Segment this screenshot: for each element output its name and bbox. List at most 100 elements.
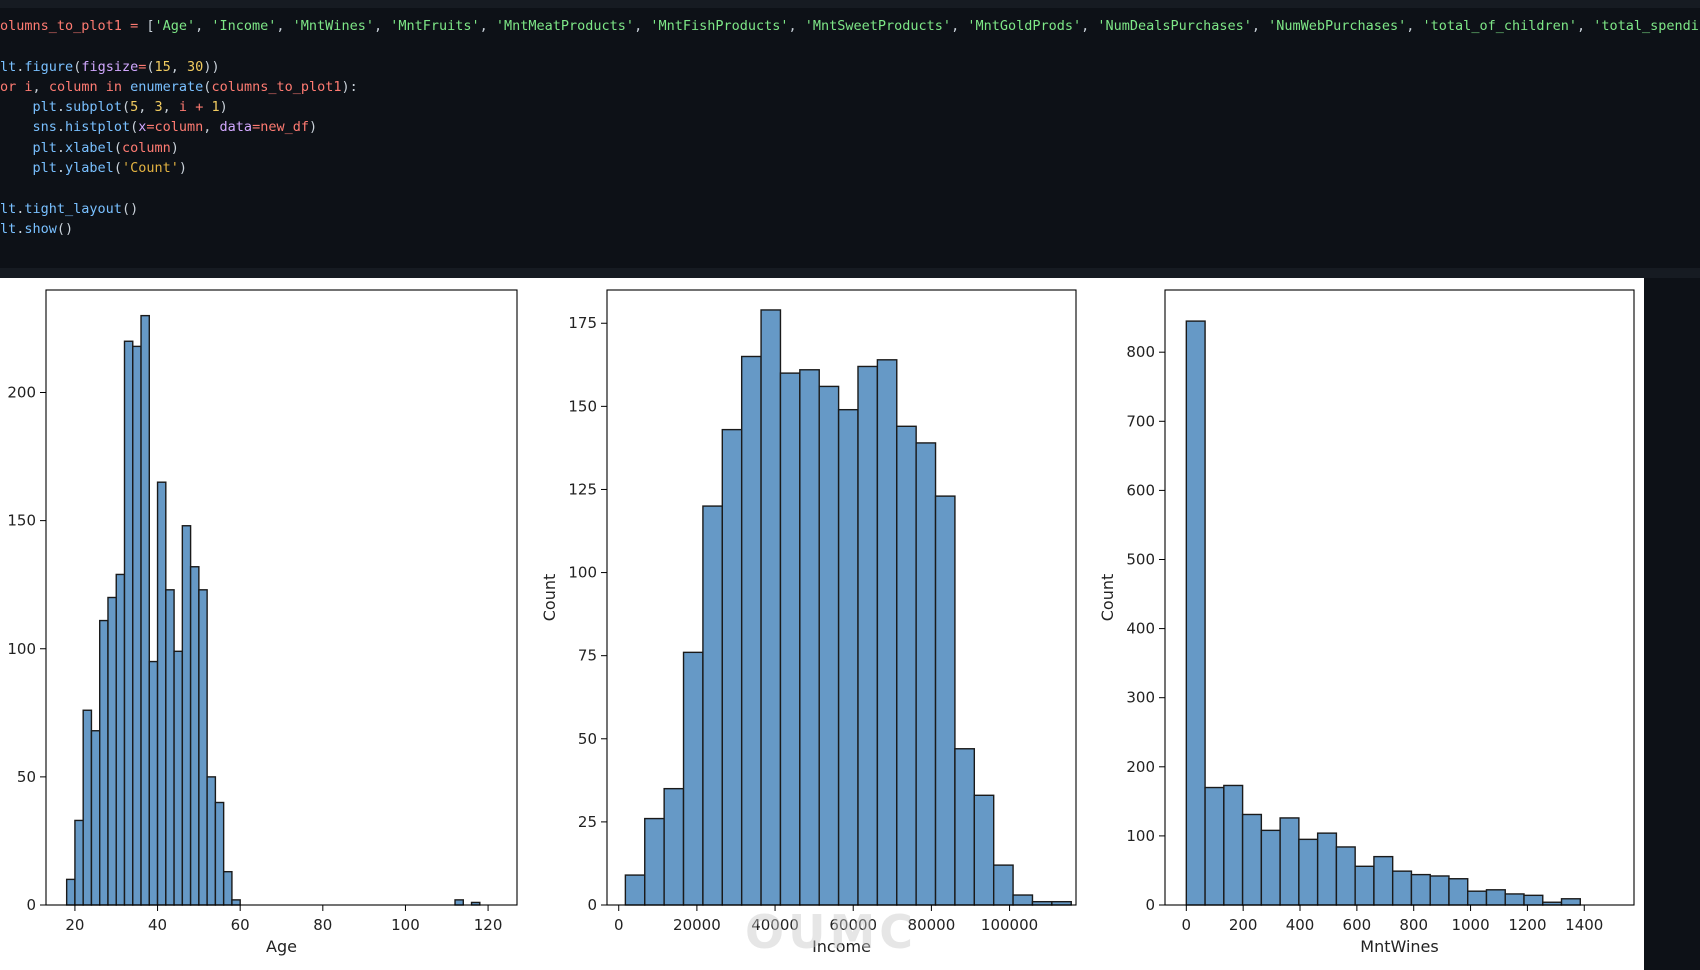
histogram-bar [1223, 784, 1244, 906]
y-tick-label: 25 [578, 813, 597, 831]
histogram-bar [1279, 817, 1300, 906]
code-token: ) [178, 160, 188, 177]
y-tick-label: 800 [1126, 343, 1155, 361]
code-token: , [634, 18, 651, 34]
histogram-bar [181, 525, 192, 906]
histogram-bar [231, 899, 241, 906]
histogram-bar [1410, 873, 1431, 906]
y-tick-label: 175 [568, 314, 597, 332]
code-token: in [105, 78, 122, 95]
y-tick-label: 400 [1126, 620, 1155, 638]
histogram-bar [1560, 898, 1581, 906]
histogram-bar [818, 385, 840, 906]
code-token: 1 [211, 99, 220, 116]
code-token: 5 [130, 99, 139, 116]
code-line: lt.figure(figsize=(15, 30)) [0, 57, 1699, 77]
x-tick-label: 600 [1343, 916, 1372, 934]
code-token: sns [32, 119, 57, 136]
y-tick-label: 700 [1126, 412, 1155, 430]
code-token: column [48, 78, 98, 95]
histogram-bar [1335, 846, 1356, 906]
code-token: 'NumDealsPurchases' [1097, 18, 1252, 34]
histogram-bar [1298, 838, 1319, 906]
histogram-bar [954, 748, 976, 906]
histogram-bar [644, 817, 665, 906]
code-token: , [203, 119, 220, 136]
code-token: ( [121, 99, 131, 116]
x-axis-label: Age [266, 937, 297, 956]
x-tick-label: 20 [65, 916, 84, 934]
code-line: sns.histplot(x=column, data=new_df) [0, 117, 1699, 137]
code-line: plt.subplot(5, 3, i + 1) [0, 97, 1699, 117]
code-token: ( [113, 139, 122, 156]
cell-divider [0, 268, 1700, 278]
histogram-bar [1429, 875, 1450, 906]
code-token: 3 [154, 99, 163, 116]
y-tick-label: 300 [1126, 689, 1155, 707]
y-tick-label: 100 [568, 564, 597, 582]
y-tick-label: 50 [17, 768, 36, 786]
x-tick-label: 100000 [981, 916, 1038, 934]
histogram-bar [1485, 889, 1506, 906]
code-token: 15 [154, 58, 171, 75]
x-tick-label: 0 [614, 916, 624, 934]
code-token: ): [341, 78, 358, 95]
code-token: , [1406, 18, 1423, 34]
subplot-income: 0 20000 40000 60000 80000 1000000255075100125… [540, 289, 1077, 956]
subplot-mntwines: 0 200 400 600 800 1000 1200 1400 0 100 200 300 400 50… [1098, 289, 1635, 956]
code-token: lt [0, 220, 17, 237]
code-token: 'total_of_children' [1422, 18, 1577, 34]
histogram-bar [74, 819, 84, 906]
code-editor[interactable]: olumns_to_plot1 = ['Age', 'Income', 'Mnt… [0, 16, 1699, 239]
histogram-bar [1373, 855, 1394, 906]
code-token: subplot [65, 99, 122, 116]
histogram-bar [779, 372, 801, 906]
y-tick-label: 200 [1126, 758, 1155, 776]
code-token: plt [32, 139, 57, 156]
histogram-bar [915, 442, 937, 906]
x-tick-label: 1400 [1565, 916, 1603, 934]
code-token: 'MntGoldProds' [967, 18, 1082, 34]
code-line: lt.show() [0, 219, 1699, 239]
code-token: 'Age' [154, 18, 196, 34]
histogram-bar [123, 340, 134, 906]
code-token: column [121, 139, 171, 156]
histogram-bar [1204, 786, 1225, 906]
y-tick-label: 500 [1126, 550, 1155, 568]
code-token: . [56, 160, 66, 177]
code-token: i [24, 78, 33, 95]
code-token: plt [32, 160, 57, 177]
y-tick-label: 200 [7, 384, 36, 402]
y-tick-label: 150 [7, 512, 36, 530]
histogram-bar [214, 801, 225, 906]
histogram-bar [682, 651, 704, 906]
x-tick-label: 60 [231, 916, 250, 934]
code-token: new_df [260, 119, 309, 136]
histogram-bar [132, 345, 142, 906]
code-token: = [252, 119, 261, 136]
code-token: . [56, 99, 66, 116]
histogram-bar [173, 650, 184, 906]
code-token: figure [24, 58, 74, 75]
histogram-bar [1316, 832, 1338, 906]
code-token: . [56, 139, 66, 156]
code-token: 'MntFruits' [390, 18, 480, 34]
code-token: olumns_to_plot1 [0, 18, 122, 34]
code-token: data [219, 119, 253, 136]
histogram-bar [82, 709, 93, 906]
code-token: = [130, 18, 139, 34]
histogram-bar [198, 589, 208, 906]
histogram-bar [1448, 878, 1469, 906]
code-token: histplot [65, 119, 131, 136]
code-token: lt [0, 200, 17, 217]
code-token: 'MntSweetProducts' [804, 18, 952, 34]
code-line: or i, column in enumerate(columns_to_plo… [0, 77, 1699, 97]
code-cell[interactable]: olumns_to_plot1 = ['Age', 'Income', 'Mnt… [0, 0, 1700, 268]
histogram-bar [721, 428, 743, 906]
code-line: plt.ylabel('Count') [0, 158, 1699, 178]
